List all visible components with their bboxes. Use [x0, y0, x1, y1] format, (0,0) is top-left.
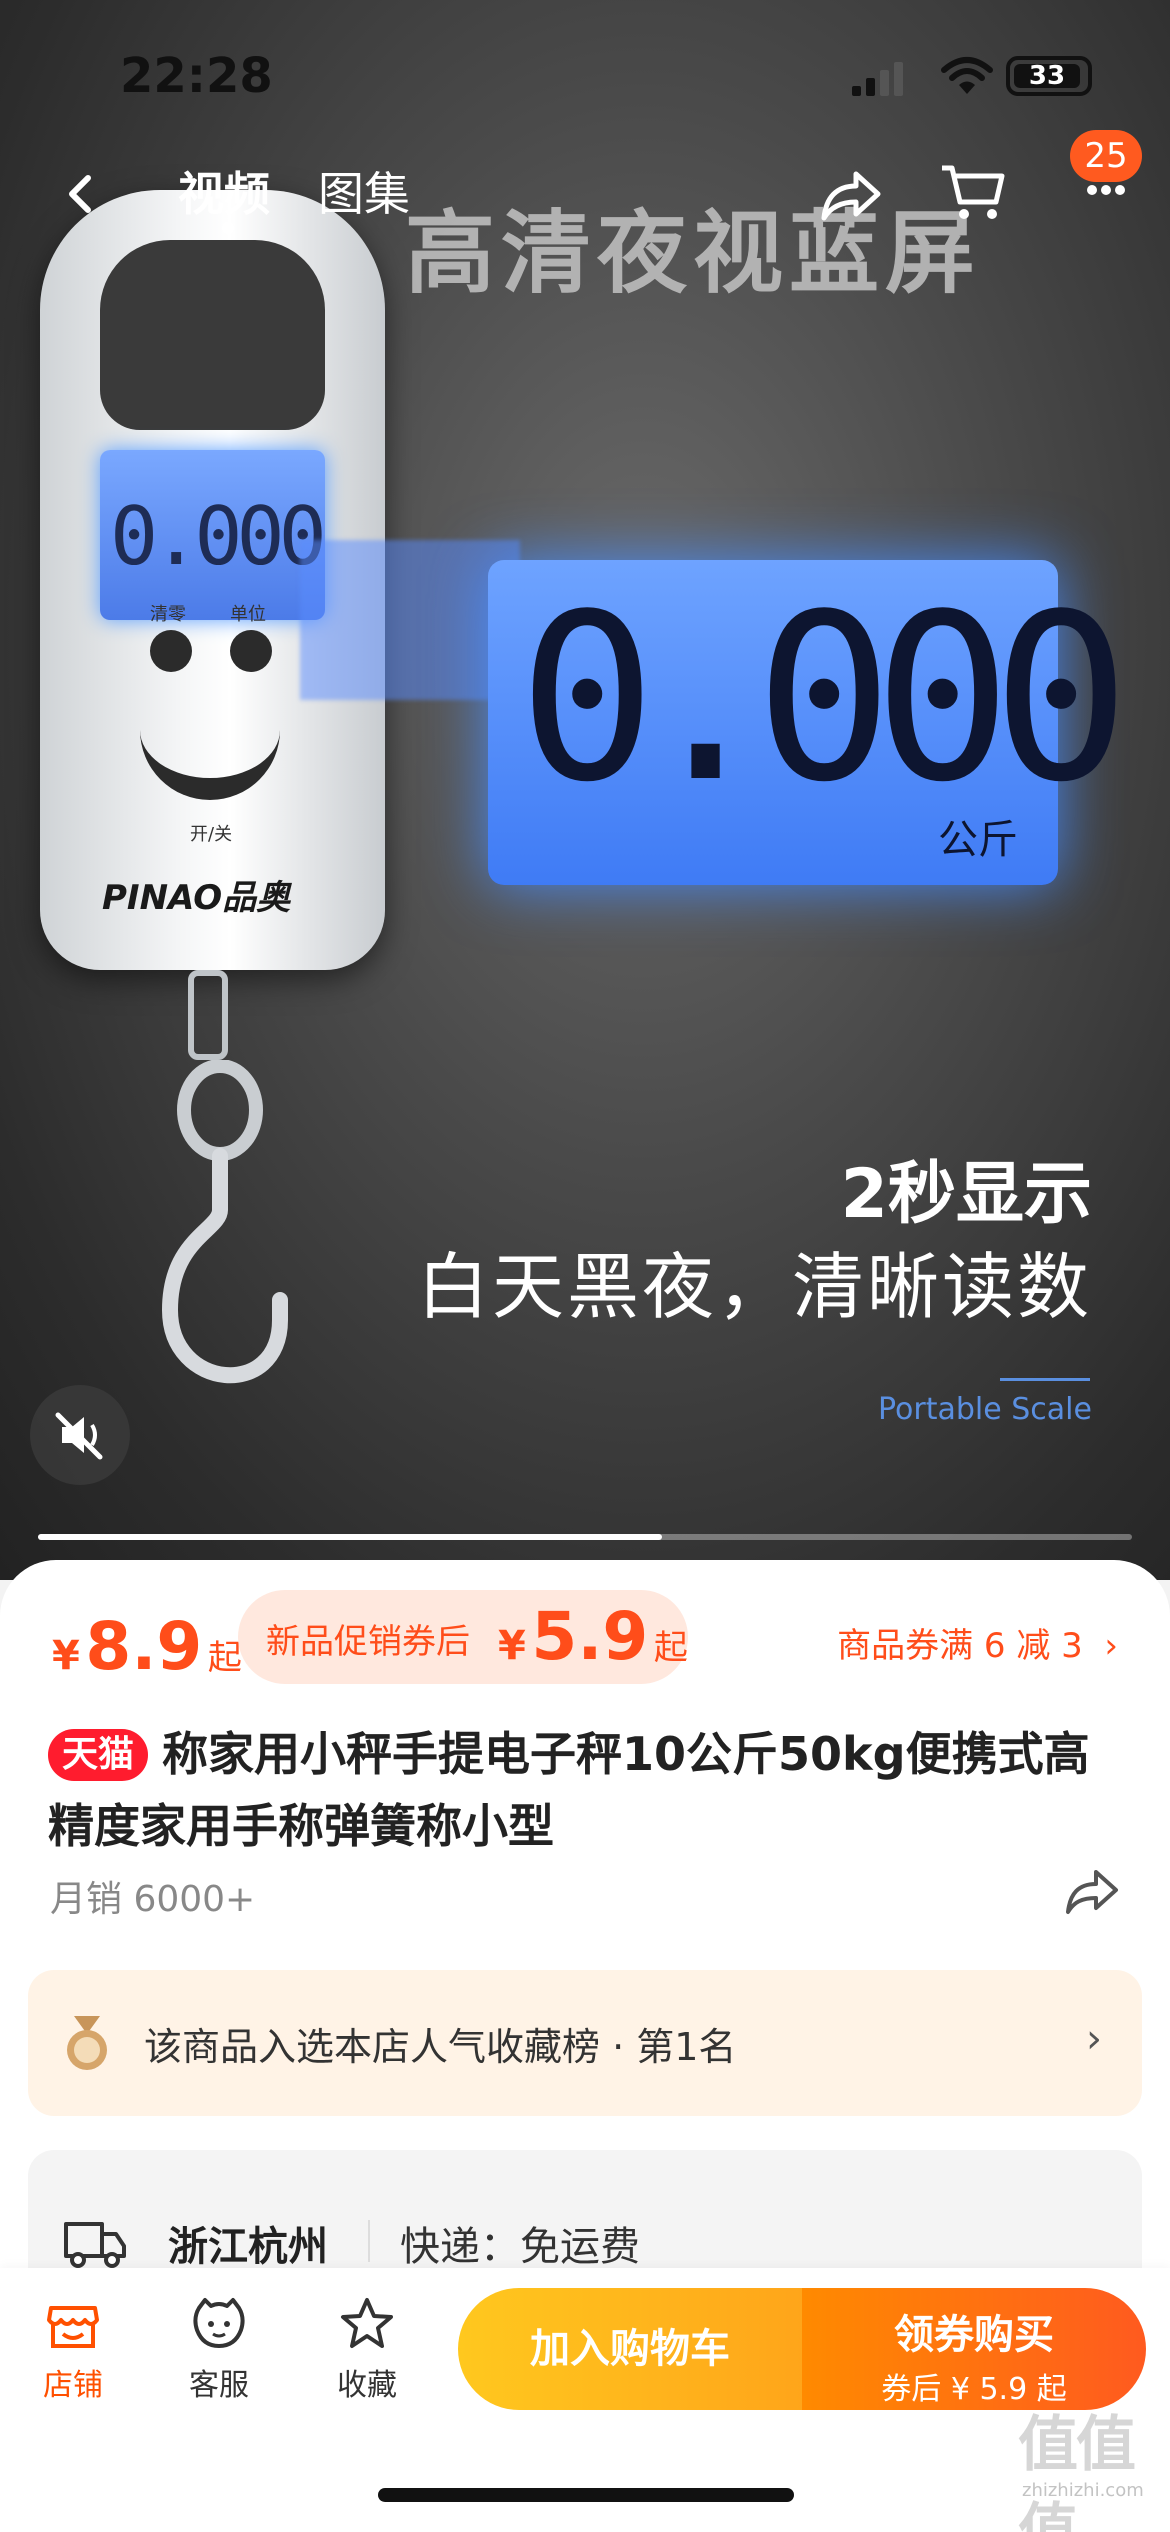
product-media[interactable]: 高清夜视蓝屏 0.000 清零 单位 开/关 PINAO品奥 0.000 公斤 …	[0, 0, 1170, 1580]
price-row: ¥ 8.9 起 新品促销券后 ¥ 5.9 起 商品券满 6 减 3 ›	[0, 1590, 1170, 1690]
cart-icon[interactable]	[938, 160, 1008, 224]
mute-button[interactable]	[30, 1385, 130, 1485]
coupon-link[interactable]: 商品券满 6 减 3 ›	[837, 1618, 1118, 1667]
promo-amount: 5.9	[531, 1598, 649, 1675]
nav-customer-service[interactable]: 客服	[164, 2296, 274, 2404]
display-glow	[300, 540, 520, 700]
watermark-logo: 值值值	[1018, 2410, 1136, 2532]
truck-icon	[64, 2222, 126, 2268]
scale-brand-logo: PINAO品奥	[102, 878, 291, 918]
buy-with-coupon-button[interactable]: 领券购买 券后 ¥ 5.9 起	[802, 2288, 1146, 2410]
cart-count-badge: 25	[1070, 130, 1142, 182]
wifi-icon	[941, 57, 993, 94]
ship-from-city: 浙江杭州	[168, 2224, 328, 2270]
scale-power-label: 开/关	[190, 824, 233, 845]
video-progress-bar[interactable]	[38, 1534, 1132, 1540]
status-time: 22:28	[120, 48, 273, 104]
scale-button-label-zero: 清零	[150, 604, 186, 625]
portable-divider	[1000, 1378, 1090, 1381]
scale-chain	[188, 970, 228, 1060]
scale-small-display-value: 0.000	[110, 490, 327, 583]
customer-service-icon	[193, 2298, 245, 2348]
nav-favorite-label: 收藏	[337, 2368, 397, 2403]
price-suffix: 起	[207, 1638, 242, 1678]
price-amount: 8.9	[85, 1608, 203, 1685]
watermark-url: zhizhizhi.com	[1022, 2480, 1144, 2501]
scale-hook	[161, 1060, 288, 1384]
nav-customer-service-label: 客服	[189, 2368, 249, 2403]
speaker-muted-icon	[55, 1412, 103, 1460]
tmall-badge: 天猫	[48, 1729, 149, 1781]
promo-price-pill: 新品促销券后 ¥ 5.9 起	[238, 1590, 688, 1684]
battery-icon: 33	[1006, 56, 1092, 96]
share-icon[interactable]	[820, 164, 884, 224]
nav-store-label: 店铺	[43, 2368, 103, 2403]
scale-button-unit	[230, 630, 272, 672]
hero-subtext: 白天黑夜，清晰读数	[416, 1245, 1092, 1329]
scale-smile-button	[140, 730, 280, 800]
promo-label: 新品促销券后	[266, 1622, 470, 1662]
promo-suffix: 起	[653, 1628, 688, 1668]
big-display-value: 0.000	[518, 566, 1130, 833]
store-icon	[47, 2306, 99, 2348]
star-icon	[341, 2298, 393, 2348]
chevron-right-icon: ›	[1086, 2016, 1102, 2062]
scale-button-zero	[150, 630, 192, 672]
chevron-right-icon: ›	[1093, 1626, 1118, 1666]
tab-video[interactable]: 视频	[178, 158, 270, 224]
cta-group: 加入购物车 领券购买 券后 ¥ 5.9 起	[458, 2288, 1146, 2410]
cellular-signal-icon	[852, 62, 903, 96]
scale-small-display: 0.000	[100, 450, 327, 620]
price: ¥ 8.9 起	[52, 1608, 242, 1685]
coupon-link-text: 商品券满 6 减 3	[837, 1626, 1083, 1666]
status-bar: 22:28 33	[0, 0, 1170, 150]
portable-scale-label: Portable Scale	[878, 1392, 1092, 1427]
tab-gallery[interactable]: 图集	[318, 158, 410, 224]
price-currency: ¥	[52, 1633, 80, 1679]
video-progress-fill	[38, 1534, 662, 1540]
back-icon[interactable]	[52, 164, 112, 224]
nav-store[interactable]: 店铺	[18, 2296, 128, 2404]
nav-favorite[interactable]: 收藏	[312, 2296, 422, 2404]
more-icon[interactable]	[1086, 180, 1126, 200]
battery-level: 33	[1014, 63, 1080, 89]
shipping-info: 快递：免运费	[400, 2224, 640, 2270]
scale-handle	[100, 240, 325, 430]
big-display-unit: 公斤	[938, 817, 1018, 863]
medal-icon	[67, 2016, 107, 2070]
shipping-divider	[368, 2220, 370, 2262]
scale-button-label-unit: 单位	[230, 604, 266, 625]
rank-text: 该商品入选本店人气收藏榜 · 第1名	[144, 2025, 737, 2069]
add-to-cart-button[interactable]: 加入购物车	[458, 2288, 802, 2410]
share-icon[interactable]	[1064, 1866, 1120, 1916]
media-top-nav: 视频 图集 25	[0, 130, 1170, 240]
promo-price: ¥ 5.9 起	[498, 1598, 688, 1675]
hero-subheading: 2秒显示	[840, 1155, 1092, 1234]
product-title: 天猫 称家用小秤手提电子秤10公斤50kg便携式高精度家用手称弹簧称小型	[48, 1718, 1128, 1862]
buy-button-label: 领券购买	[894, 2312, 1054, 2358]
monthly-sales: 月销 6000+	[50, 1879, 256, 1920]
home-indicator	[378, 2488, 794, 2502]
rank-banner[interactable]: 该商品入选本店人气收藏榜 · 第1名 ›	[28, 1970, 1142, 2116]
scale-big-display: 0.000 公斤	[488, 560, 1130, 885]
active-tab-indicator	[222, 222, 234, 234]
promo-currency: ¥	[498, 1623, 526, 1669]
product-title-text: 称家用小秤手提电子秤10公斤50kg便携式高精度家用手称弹簧称小型	[48, 1727, 1090, 1853]
